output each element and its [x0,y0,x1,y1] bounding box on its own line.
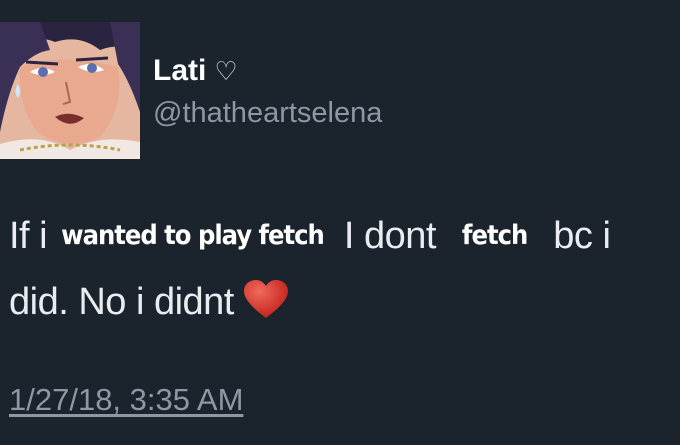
heart-outline-icon: ♡ [214,56,238,86]
tweet-line-1: If i wanted to play fetch I dont fetch bc i [9,203,674,269]
tweet-text: If i wanted to play fetch I dont fetch bc i … [9,203,674,335]
user-handle[interactable]: @thatheartselena [153,94,382,132]
tweet-text-part: I dont [343,215,437,257]
tweet-card: Lati ♡ @thatheartselena If i wanted to pla… [0,0,680,445]
edited-phrase: wanted to play fetch [61,220,325,251]
tweet-text-part: bc i [553,215,611,257]
edited-word: fetch [461,220,528,251]
avatar[interactable] [0,22,140,159]
tweet-text-part: If i [9,215,48,257]
display-name-text: Lati [153,54,207,87]
tweet-text-part: did. No i didnt [9,281,234,323]
anime-character-avatar-icon [0,22,140,159]
red-heart-icon [243,275,288,341]
display-name[interactable]: Lati ♡ [153,51,238,91]
tweet-timestamp-link[interactable]: 1/27/18, 3:35 AM [9,380,243,420]
tweet-line-2: did. No i didnt [9,269,674,335]
